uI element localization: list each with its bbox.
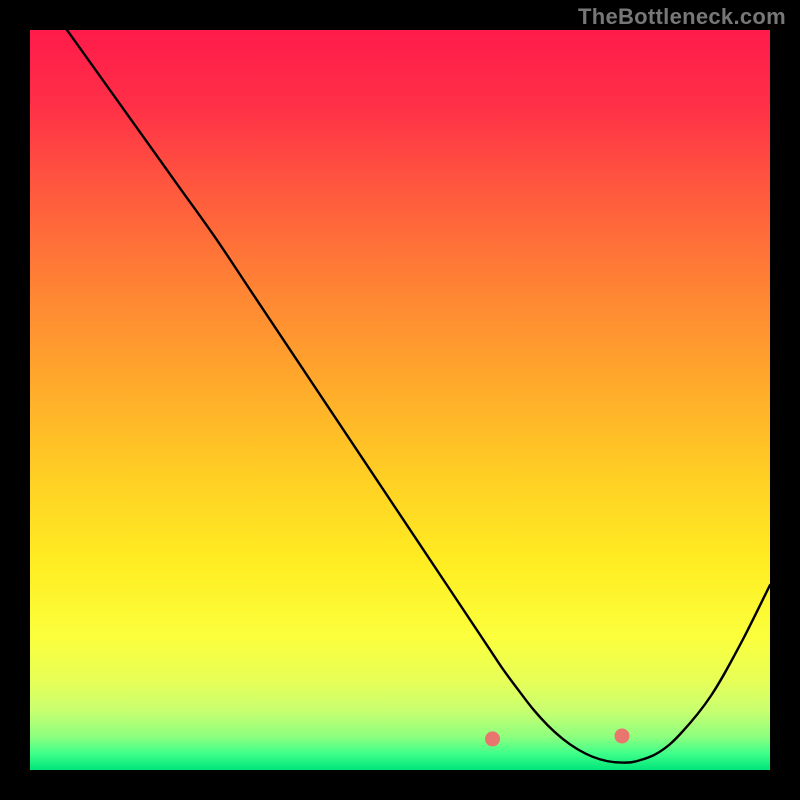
- attribution-text: TheBottleneck.com: [578, 4, 786, 30]
- marker-dot: [485, 731, 500, 746]
- plot-svg: [30, 30, 770, 770]
- plot-area: [30, 30, 770, 770]
- chart-frame: TheBottleneck.com: [0, 0, 800, 800]
- gradient-background: [30, 30, 770, 770]
- marker-dot: [615, 728, 630, 743]
